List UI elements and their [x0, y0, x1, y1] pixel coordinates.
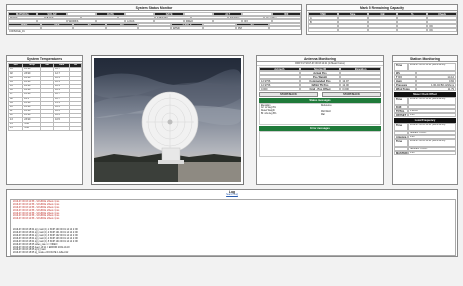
- system-status-title: System Status Monitor: [7, 5, 301, 11]
- station-monitoring-panel: Station Monitoring Time 2019-07-06 03:15:…: [392, 55, 458, 185]
- antenna-subtitle: RFR 5 UT:2017-07-06 03:14:21 (In Mean Fo…: [257, 62, 383, 66]
- status-cell: [73, 26, 106, 30]
- local-frequency-row: Time 2019-07-06 03:15:21 (2019-10-18): [394, 123, 456, 131]
- log-error-lines: 2019-07-06 03:14:58 - SOURCE offsets =po…: [11, 200, 455, 222]
- status-row: WIND PM: [8, 26, 302, 30]
- status-cell: [138, 26, 171, 30]
- local-frequency-row: Time 2019-07-06 03:15:21 (2019-10-18): [394, 139, 456, 147]
- station-value: 11.79: [416, 87, 456, 91]
- error-messages-box: [259, 130, 381, 157]
- temperature-row: 15 4.90: [7, 125, 83, 132]
- log-info-line: 2019-07-06 03:15:05 skip.pos: [13, 255, 453, 256]
- antenna-position-table: Azimuth Source ID Elevation Actual Pos Pos W…: [259, 67, 382, 91]
- status-cell: [268, 26, 302, 30]
- status-cell: [40, 26, 74, 30]
- temperatures-grid: Sen Temp Set Rate Alt 01 23.90 12.7 02 23.90 12.7 0…: [7, 62, 83, 132]
- maser-value: 2019-07-06 03:15:21 (2019-10-18): [408, 97, 456, 105]
- antenna-cell: 0.000: [259, 87, 300, 91]
- system-status-grid: MATERIAL SOLAR RATE DATE ALT WX MODE BASE AZIMUT…: [8, 12, 302, 30]
- status-cell: WIND: [170, 26, 204, 30]
- temperature-cell: [53, 125, 70, 132]
- log-info-lines: 2019-07-06 03:15:04 tgl_mant (1) 1 SKIP …: [11, 229, 455, 256]
- station-label: Wind Temp: [394, 87, 416, 91]
- local-frequency-value: 0.00: [408, 151, 456, 155]
- antenna-camera-view: [91, 55, 244, 185]
- antenna-monitoring-panel: Antenna Monitoring RFR 5 UT:2017-07-06 0…: [256, 55, 384, 185]
- station-time-label: Time: [394, 63, 408, 71]
- maser-row: OFFSET 8.00: [394, 113, 456, 117]
- status-messages-box: Elevation Az: x2 deg 8% Reset Weight Bl: x2…: [259, 102, 381, 125]
- station-monitoring-title: Station Monitoring: [393, 56, 457, 62]
- antenna-photo: [92, 58, 242, 182]
- local-frequency-row: MASTER 0.00: [394, 151, 456, 155]
- system-status-footer: CONSOLE_01: [9, 30, 25, 33]
- antenna-cell: 0.000: [340, 87, 382, 91]
- station-weather: Time 2019-07-06 03:15:21 (2019-10-18) Wx T …: [394, 63, 456, 91]
- temperature-cell: 15: [7, 125, 24, 132]
- status-cell: [203, 26, 236, 30]
- mark5-capacity-table: VSN Size GB% Check A B OK OK: [308, 12, 457, 35]
- local-frequency-label: Time: [394, 139, 408, 147]
- local-frequency-label: MASTER: [394, 151, 408, 155]
- start-back-right-button[interactable]: START/BACK: [322, 92, 381, 97]
- system-temperatures-panel: System Temperatures Sen Temp Set Rate Alt 01 2…: [6, 55, 83, 185]
- mark5-capacity-panel: Mark 5 Remaining Capacity VSN Size GB% Chec…: [306, 4, 458, 35]
- maser-clock-table: Time 2019-07-06 03:15:21 (2019-10-18) Drif…: [394, 97, 456, 117]
- temperature-cell: [40, 125, 55, 132]
- log-panel: Log Search Log 2019-07-06 03:14:58 - SOU…: [6, 189, 458, 257]
- station-row: Wind Temp 11.79: [394, 87, 456, 91]
- temperatures-table: Sen Temp Set Rate Alt 01 23.90 12.7 02 23.90 12.7 0…: [7, 62, 83, 132]
- status-messages-right: Reference Mid Weld Mal: [320, 104, 380, 124]
- capacity-cell-check: OK: [427, 28, 457, 32]
- log-error-line: 2019-07-06 03:14:58 - SOURCE offsets =po…: [13, 218, 60, 221]
- local-frequency-label: Time: [394, 123, 408, 131]
- antenna-cell: Cmd - Pos Offset: [299, 87, 341, 91]
- status-messages-left: Elevation Az: x2 deg 8% Reset Weight Bl: x2…: [260, 104, 320, 124]
- antenna-row: 0.000 Cmd - Pos Offset 0.000: [259, 87, 382, 91]
- status-cell: [105, 26, 139, 30]
- station-time-row: Time 2019-07-06 03:15:21 (2019-10-18): [394, 63, 456, 71]
- capacity-cell-vsn: [308, 28, 338, 32]
- maser-label: Time: [394, 97, 408, 105]
- capacity-cell-pct: [397, 28, 428, 32]
- capacity-row: OK: [308, 28, 457, 32]
- dashboard: { "system_status": { "title": "System St…: [0, 0, 463, 286]
- maser-label: OFFSET: [394, 113, 408, 117]
- search-log-link[interactable]: Search Log: [7, 194, 457, 197]
- system-status-panel: System Status Monitor MATERIAL SOLAR RATE D…: [6, 4, 302, 35]
- mark5-capacity-title: Mark 5 Remaining Capacity: [307, 5, 457, 11]
- log-output[interactable]: 2019-07-06 03:14:58 - SOURCE offsets =po…: [10, 199, 456, 256]
- local-frequency-value: 2019-07-06 03:15:21 (2019-10-18): [408, 139, 456, 147]
- temperature-cell: [68, 125, 83, 132]
- system-temperatures-title: System Temperatures: [7, 56, 82, 62]
- capacity-cell-size: [337, 28, 368, 32]
- local-frequency-table: Time 2019-07-06 03:15:21 (2019-10-18) Notr…: [394, 123, 456, 155]
- station-time-value: 2019-07-06 03:15:21 (2019-10-18): [408, 63, 456, 71]
- temperature-cell: 4.90: [22, 125, 42, 132]
- status-line: Mal: [321, 113, 325, 116]
- start-back-left-button[interactable]: START/BACK: [259, 92, 318, 97]
- local-frequency-value: 2019-07-06 03:15:21 (2019-10-18): [408, 123, 456, 131]
- status-cell: PM: [235, 26, 269, 30]
- maser-value: 8.00: [408, 113, 456, 117]
- capacity-cell-gb: [367, 28, 398, 32]
- maser-row: Time 2019-07-06 03:15:21 (2019-10-18): [394, 97, 456, 105]
- status-line: Bl: x2s deg 8%: [261, 112, 277, 115]
